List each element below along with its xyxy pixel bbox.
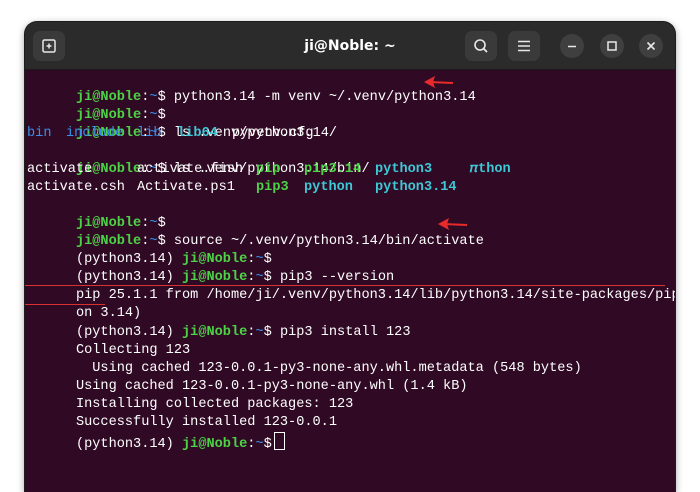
terminal-window: ji@Noble: ~ ji@Noble:~$ python3.14 -m ve… xyxy=(25,22,675,492)
ls-link-entry: python xyxy=(304,180,353,195)
ls-exec-entry: pip xyxy=(256,162,281,177)
terminal-line: ji@Noble:~$ ls .venv/python3.14/ xyxy=(27,107,337,141)
output-text: pip 25.1.1 from /home/ji/.venv/python3.1… xyxy=(75,288,675,303)
terminal-line: on 3.14) xyxy=(27,287,141,321)
hamburger-menu-icon xyxy=(518,40,530,52)
prompt-user-host: ji@Noble xyxy=(182,437,248,452)
terminal-line: (python3.14) ji@Noble:~$ pip3 install 12… xyxy=(27,306,411,340)
terminal-line: ji@Noble:~$ xyxy=(27,197,166,231)
search-button[interactable] xyxy=(465,31,497,61)
minimize-icon xyxy=(568,45,576,48)
annotation-arrow-icon xyxy=(424,76,454,88)
terminal-line: (python3.14) ji@Noble:~$ xyxy=(27,414,285,452)
terminal-line: Successfully installed 123-0.0.1 xyxy=(27,396,337,430)
new-tab-button[interactable] xyxy=(33,31,65,61)
ls-file-entry: activate xyxy=(27,162,93,177)
ls-exec-entry: pip3.14 xyxy=(304,162,362,177)
window-title: ji@Noble: ~ xyxy=(304,38,396,54)
search-icon xyxy=(474,39,488,53)
minimize-button[interactable] xyxy=(560,34,584,58)
maximize-icon xyxy=(607,41,617,51)
annotation-underline xyxy=(25,304,105,305)
terminal-line: ji@Noble:~$ xyxy=(27,89,166,123)
terminal-line: Collecting 123 xyxy=(27,324,190,358)
ls-link-entry: python3 xyxy=(375,162,433,177)
close-icon xyxy=(646,41,656,51)
menu-button[interactable] xyxy=(508,31,540,61)
close-button[interactable] xyxy=(639,34,663,58)
prompt-dir: ~ xyxy=(255,437,264,452)
terminal-line: ji@Noble:~$ python3.14 -m venv ~/.venv/p… xyxy=(27,71,476,105)
maximize-button[interactable] xyxy=(600,34,624,58)
ls-dir-entry: lib xyxy=(137,126,162,141)
ls-file-entry: activate.csh xyxy=(27,180,125,195)
terminal-line: (python3.14) ji@Noble:~$ xyxy=(27,233,272,267)
terminal-line: Installing collected packages: 123 xyxy=(27,378,353,412)
terminal-line: activate activate.fish pip pip3.14 pytho… xyxy=(27,161,667,179)
ls-dir-entry: include xyxy=(66,126,124,141)
terminal-output[interactable]: ji@Noble:~$ python3.14 -m venv ~/.venv/p… xyxy=(25,70,675,492)
prompt-dir: ~ xyxy=(255,325,264,340)
ls-link-entry: python3.14 xyxy=(375,180,457,195)
annotation-arrow-icon xyxy=(438,218,468,230)
terminal-line: activate.csh Activate.ps1 pip3 python py… xyxy=(27,179,667,197)
terminal-line: ji@Noble:~$ ls .venv/python3.14/bin/ xyxy=(27,143,370,177)
terminal-line: ji@Noble:~$ source ~/.venv/python3.14/bi… xyxy=(27,215,484,249)
terminal-line: bin include lib lib64 pyvenv.cfg xyxy=(27,125,667,143)
ls-link-entry: lib64 xyxy=(177,126,218,141)
new-tab-icon xyxy=(42,39,56,53)
ls-file-entry: activate.fish xyxy=(137,162,244,177)
ls-file-entry: Activate.ps1 xyxy=(137,180,235,195)
ls-dir-entry: bin xyxy=(27,126,52,141)
prompt-user-host: ji@Noble xyxy=(182,325,248,340)
command-text: python3.14 -m venv ~/.venv/python3.14 xyxy=(165,90,476,105)
command-text: pip3 install 123 xyxy=(271,325,411,340)
ls-link-entry: 𝜋thon xyxy=(470,162,511,177)
text-cursor xyxy=(273,432,285,450)
terminal-line: Using cached 123-0.0.1-py3-none-any.whl.… xyxy=(27,342,581,376)
prompt-symbol: $ xyxy=(263,325,272,340)
titlebar: ji@Noble: ~ xyxy=(25,22,675,70)
venv-indicator: (python3.14) xyxy=(75,437,183,452)
terminal-line: Using cached 123-0.0.1-py3-none-any.whl … xyxy=(27,360,468,394)
ls-exec-entry: pip3 xyxy=(256,180,289,195)
annotation-underline xyxy=(25,285,665,286)
terminal-line: (python3.14) ji@Noble:~$ pip3 --version xyxy=(27,251,394,285)
prompt-symbol: $ xyxy=(263,437,272,452)
ls-file-entry: pyvenv.cfg xyxy=(232,126,314,141)
